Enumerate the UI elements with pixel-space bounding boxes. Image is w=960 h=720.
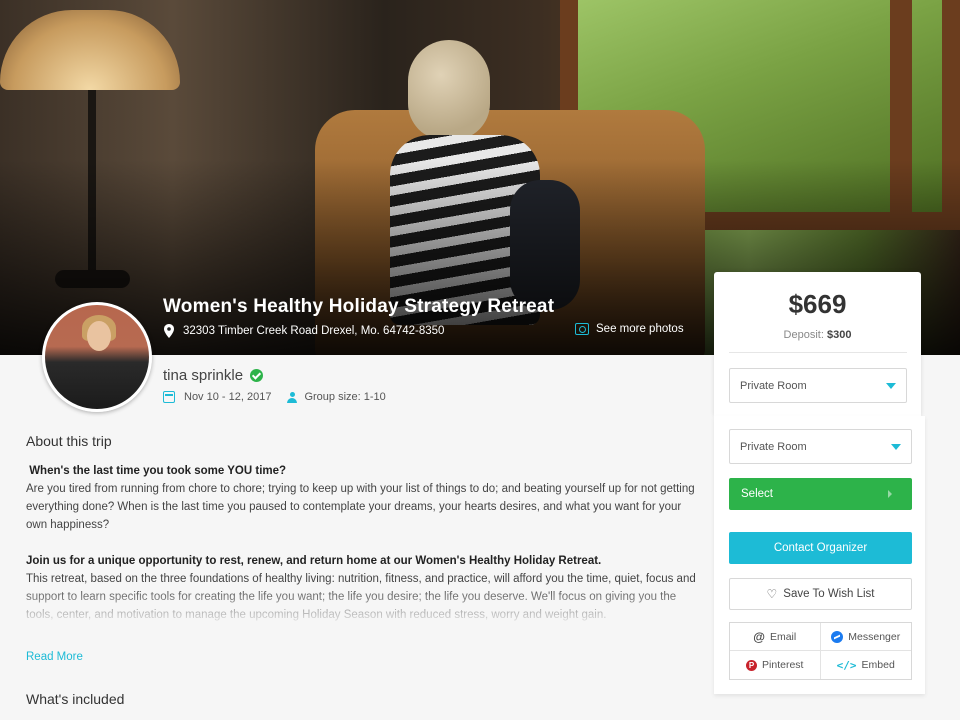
save-to-wishlist-button[interactable]: ♡ Save To Wish List (729, 578, 912, 610)
trip-dates: Nov 10 - 12, 2017 (184, 391, 272, 403)
wishlist-label: Save To Wish List (783, 588, 875, 600)
share-email-button[interactable]: @ Email (730, 623, 821, 651)
see-more-photos-label: See more photos (596, 323, 684, 335)
calendar-icon (163, 391, 175, 403)
trip-title: Women's Healthy Holiday Strategy Retreat (163, 296, 555, 317)
select-button[interactable]: Select (729, 478, 912, 510)
pinterest-icon: P (746, 659, 758, 671)
share-email-label: Email (769, 630, 797, 643)
contact-organizer-button[interactable]: Contact Organizer (729, 532, 912, 564)
organizer-avatar[interactable] (42, 302, 152, 412)
verified-check-icon (250, 369, 264, 382)
chevron-down-icon (891, 444, 901, 450)
share-embed-label: Embed (861, 659, 895, 671)
share-options: @ Email Messenger P Pinterest </> Embed (729, 622, 912, 680)
deposit-info: Deposit: $300 (714, 329, 921, 341)
read-more-link[interactable]: Read More (26, 651, 83, 663)
deposit-label: Deposit: (783, 329, 824, 341)
share-embed-button[interactable]: </> Embed (821, 651, 912, 679)
messenger-icon (831, 630, 844, 643)
share-messenger-label: Messenger (848, 630, 901, 643)
share-messenger-button[interactable]: Messenger (820, 623, 911, 651)
room-select-2-value: Private Room (740, 440, 807, 453)
share-pinterest-label: Pinterest (762, 659, 804, 671)
room-select-2[interactable]: Private Room (729, 429, 912, 464)
chevron-down-icon (886, 383, 896, 389)
location-pin-icon (164, 324, 174, 338)
group-size: Group size: 1-10 (304, 391, 386, 403)
arrow-right-icon (888, 490, 892, 498)
see-more-photos-link[interactable]: See more photos (575, 323, 684, 335)
trip-price: $669 (788, 289, 847, 319)
trip-meta: Nov 10 - 12, 2017 Group size: 1-10 (163, 391, 386, 403)
about-question-heading: When's the last time you took some YOU t… (29, 465, 287, 477)
user-icon (287, 391, 298, 403)
code-embed-icon: </> (836, 658, 857, 672)
about-heading: About this trip (26, 433, 112, 449)
room-select-1[interactable]: Private Room (729, 368, 907, 403)
deposit-value: $300 (826, 329, 852, 341)
contact-organizer-label: Contact Organizer (773, 542, 868, 554)
organizer-name[interactable]: tina sprinkle (163, 367, 243, 384)
at-sign-icon: @ (753, 629, 765, 644)
room-select-1-value: Private Room (740, 379, 807, 392)
trip-location: 32303 Timber Creek Road Drexel, Mo. 6474… (163, 324, 444, 338)
about-question-body: Are you tired from running from chore to… (26, 483, 695, 531)
location-text: 32303 Timber Creek Road Drexel, Mo. 6474… (183, 325, 445, 337)
whats-included-heading: What's included (26, 691, 125, 707)
organizer-name-row: tina sprinkle (163, 367, 264, 384)
heart-icon: ♡ (766, 587, 778, 601)
camera-icon (575, 323, 589, 335)
about-join-heading: Join us for a unique opportunity to rest… (26, 555, 602, 567)
share-pinterest-button[interactable]: P Pinterest (730, 651, 821, 679)
select-button-label: Select (741, 488, 773, 500)
divider (729, 352, 907, 353)
